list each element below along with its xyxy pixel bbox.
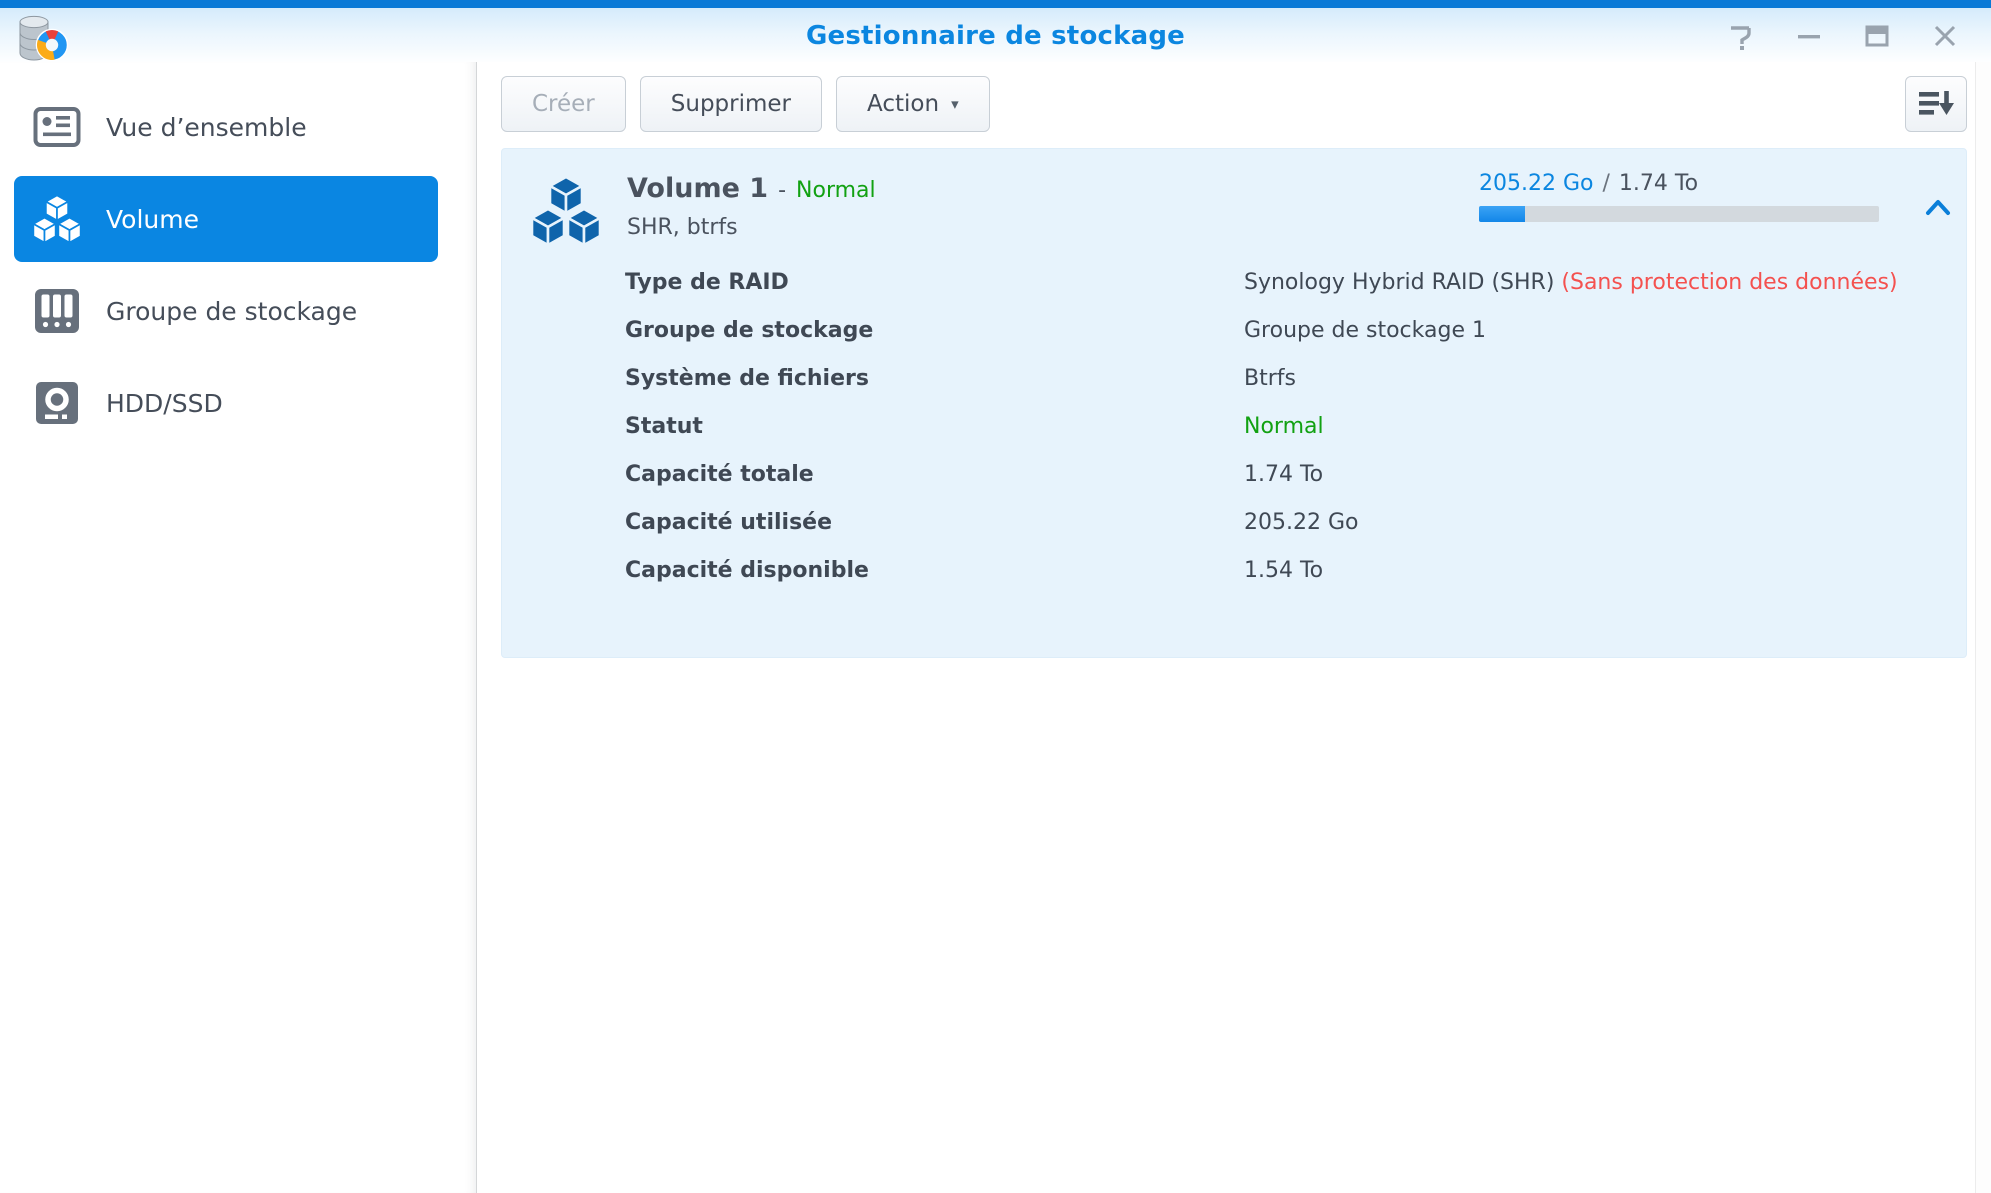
sidebar-item-storage-pool[interactable]: Groupe de stockage bbox=[14, 268, 438, 354]
sidebar-item-overview[interactable]: Vue d’ensemble bbox=[14, 84, 438, 170]
minimize-button[interactable] bbox=[1787, 16, 1831, 56]
detail-row-raid-type: Type de RAID Synology Hybrid RAID (SHR) … bbox=[625, 259, 1942, 307]
detail-row-used-capacity: Capacité utilisée 205.22 Go bbox=[625, 499, 1942, 547]
detail-row-status: Statut Normal bbox=[625, 403, 1942, 451]
collapse-panel-button[interactable] bbox=[1920, 193, 1956, 224]
detail-label: Statut bbox=[625, 403, 1244, 451]
detail-value: 205.22 Go bbox=[1244, 499, 1358, 547]
volume-status-separator: - bbox=[778, 178, 786, 203]
sidebar-item-label: Volume bbox=[106, 205, 199, 234]
detail-label: Groupe de stockage bbox=[625, 307, 1244, 355]
detail-row-available-capacity: Capacité disponible 1.54 To bbox=[625, 547, 1942, 595]
titlebar: Gestionnaire de stockage bbox=[0, 8, 1991, 62]
detail-value-status: Normal bbox=[1244, 403, 1324, 451]
overview-card-icon bbox=[32, 106, 82, 148]
volume-cubes-icon bbox=[530, 175, 604, 259]
total-capacity-text: 1.74 To bbox=[1619, 171, 1698, 196]
volume-status-badge: Normal bbox=[796, 178, 876, 203]
storage-manager-window: Gestionnaire de stockage bbox=[0, 0, 1991, 1193]
help-button[interactable] bbox=[1719, 16, 1763, 56]
usage-separator: / bbox=[1600, 171, 1611, 196]
sidebar-item-label: Vue d’ensemble bbox=[106, 113, 307, 142]
volume-heading: Volume 1 - Normal SHR, btrfs bbox=[627, 173, 876, 259]
window-title: Gestionnaire de stockage bbox=[0, 21, 1991, 51]
usage-progress-bar bbox=[1479, 206, 1879, 222]
usage-progress-fill bbox=[1479, 206, 1525, 222]
toolbar: Créer Supprimer Action ▾ bbox=[501, 76, 1967, 132]
detail-value: 1.74 To bbox=[1244, 451, 1323, 499]
detail-row-file-system: Système de fichiers Btrfs bbox=[625, 355, 1942, 403]
detail-label: Capacité utilisée bbox=[625, 499, 1244, 547]
volume-panel: Volume 1 - Normal SHR, btrfs 205.22 Go /… bbox=[501, 148, 1967, 658]
sidebar-item-volume[interactable]: Volume bbox=[14, 176, 438, 262]
sidebar-item-label: HDD/SSD bbox=[106, 389, 223, 418]
detail-label: Capacité totale bbox=[625, 451, 1244, 499]
maximize-button[interactable] bbox=[1855, 16, 1899, 56]
action-button[interactable]: Action ▾ bbox=[836, 76, 990, 132]
sidebar: Vue d’ensemble bbox=[0, 62, 477, 1193]
scrollbar-track[interactable] bbox=[1975, 62, 1991, 1193]
usage-text: 205.22 Go / 1.74 To bbox=[1479, 171, 1879, 196]
sort-descending-icon bbox=[1917, 89, 1955, 119]
sidebar-item-label: Groupe de stockage bbox=[106, 297, 357, 326]
volume-name: Volume 1 bbox=[627, 173, 768, 204]
chevron-up-icon bbox=[1924, 197, 1952, 217]
volume-details: Type de RAID Synology Hybrid RAID (SHR) … bbox=[625, 259, 1942, 595]
raid-type-value: Synology Hybrid RAID (SHR) bbox=[1244, 270, 1554, 295]
window-accent-bar bbox=[0, 0, 1991, 8]
delete-button[interactable]: Supprimer bbox=[640, 76, 822, 132]
storage-pool-bays-icon bbox=[32, 288, 82, 334]
close-button[interactable] bbox=[1923, 16, 1967, 56]
detail-label: Capacité disponible bbox=[625, 547, 1244, 595]
volume-panel-header: Volume 1 - Normal SHR, btrfs 205.22 Go /… bbox=[530, 173, 1942, 259]
volume-usage: 205.22 Go / 1.74 To bbox=[1479, 171, 1879, 222]
detail-row-storage-pool: Groupe de stockage Groupe de stockage 1 bbox=[625, 307, 1942, 355]
window-controls bbox=[1719, 16, 1967, 56]
detail-value: Groupe de stockage 1 bbox=[1244, 307, 1486, 355]
main-content: Créer Supprimer Action ▾ bbox=[477, 62, 1975, 1193]
detail-label: Système de fichiers bbox=[625, 355, 1244, 403]
detail-value: Synology Hybrid RAID (SHR) (Sans protect… bbox=[1244, 259, 1898, 307]
used-capacity-text: 205.22 Go bbox=[1479, 171, 1593, 196]
create-button[interactable]: Créer bbox=[501, 76, 626, 132]
raid-protection-warning: (Sans protection des données) bbox=[1561, 270, 1897, 295]
detail-value: Btrfs bbox=[1244, 355, 1296, 403]
detail-value: 1.54 To bbox=[1244, 547, 1323, 595]
volume-cubes-icon bbox=[32, 192, 82, 246]
hard-disk-icon bbox=[32, 381, 82, 425]
sidebar-item-hdd-ssd[interactable]: HDD/SSD bbox=[14, 360, 438, 446]
sort-button[interactable] bbox=[1905, 76, 1967, 132]
detail-row-total-capacity: Capacité totale 1.74 To bbox=[625, 451, 1942, 499]
detail-label: Type de RAID bbox=[625, 259, 1244, 307]
volume-subtitle: SHR, btrfs bbox=[627, 215, 876, 240]
action-button-label: Action bbox=[867, 91, 939, 117]
chevron-down-icon: ▾ bbox=[951, 95, 959, 113]
